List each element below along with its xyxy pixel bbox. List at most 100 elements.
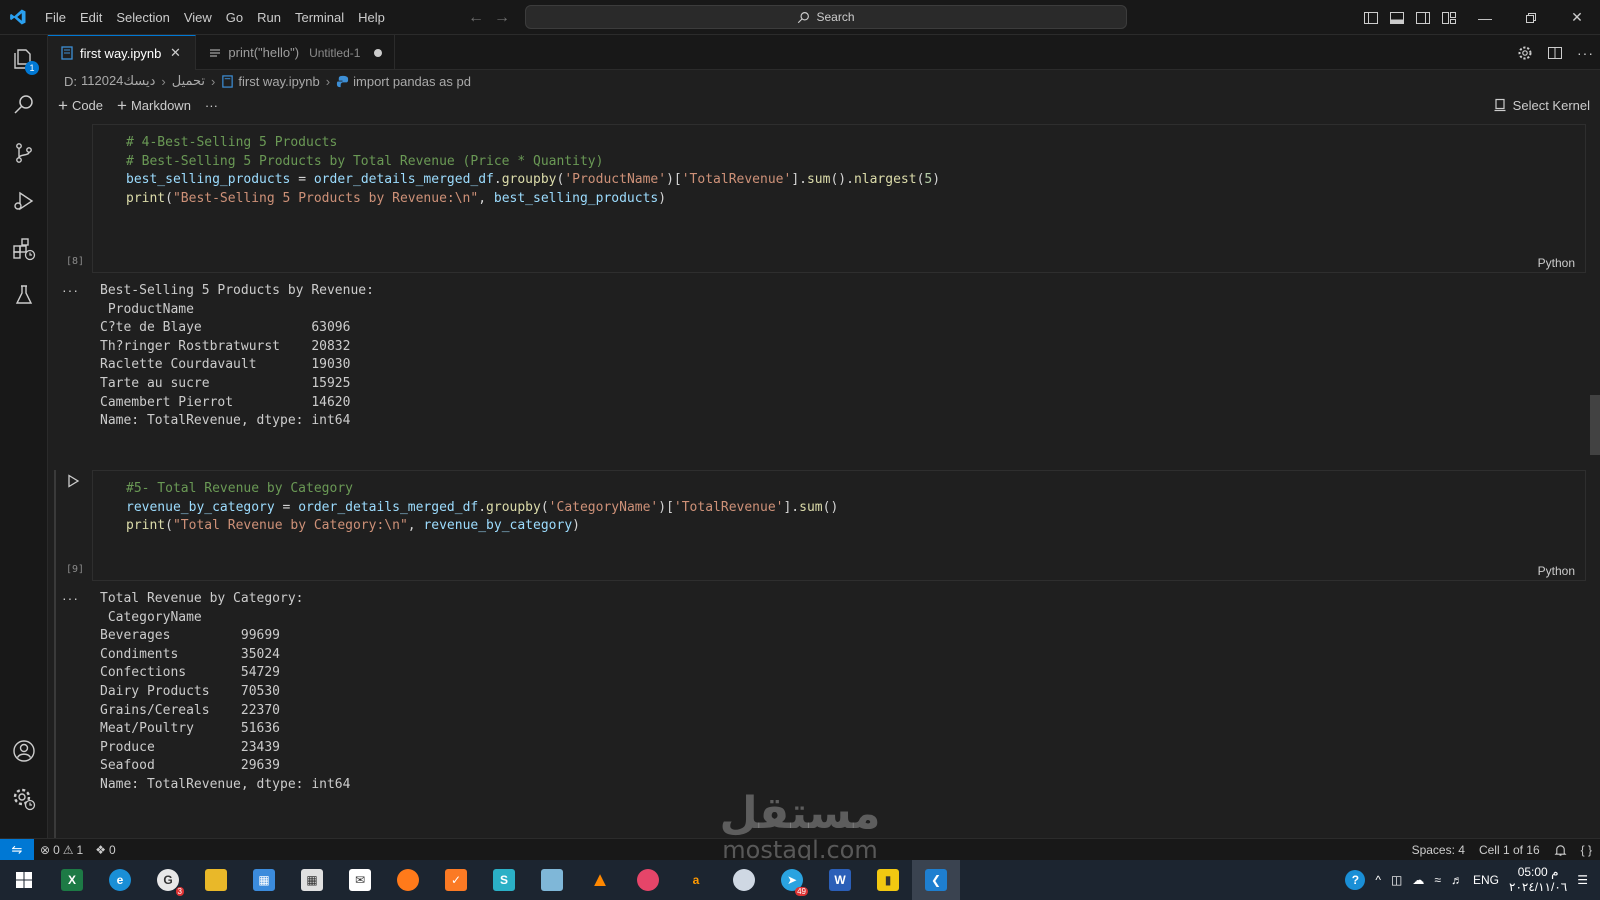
plus-icon: + [117,95,127,115]
add-code-cell-button[interactable]: + Code [58,97,103,114]
paint-app-icon[interactable] [624,860,672,900]
code-token: 'TotalRevenue' [681,172,792,188]
menu-view[interactable]: View [177,0,219,35]
back-arrow-icon[interactable]: ← [468,9,484,27]
code-token: )[ [658,499,674,515]
code-editor[interactable]: # 4-Best-Selling 5 Products # Best-Selli… [126,134,940,208]
code-token: . [493,172,502,188]
breadcrumb-drive[interactable]: D: [64,74,77,89]
notebook-file-icon [222,74,234,88]
accounts-icon[interactable] [0,727,48,775]
menu-selection[interactable]: Selection [109,0,176,35]
run-cell-button[interactable] [66,474,80,491]
customize-layout-icon[interactable] [1436,0,1462,35]
indentation-status[interactable]: Spaces: 4 [1412,843,1465,857]
command-center-search[interactable]: Search [525,5,1127,29]
code-cell-9[interactable]: #5- Total Revenue by Category revenue_by… [92,470,1586,581]
xampp-app-icon[interactable]: ✓ [432,860,480,900]
menu-file[interactable]: File [38,0,73,35]
menu-edit[interactable]: Edit [73,0,109,35]
file-explorer-app-icon[interactable] [192,860,240,900]
breadcrumb-folder-2[interactable]: تحميل [172,73,205,89]
windows-start-icon[interactable] [0,860,48,900]
testing-flask-icon[interactable] [0,271,48,319]
manage-gear-icon[interactable] [0,775,48,823]
close-window-button[interactable]: ✕ [1554,0,1600,35]
tab-first-way-ipynb[interactable]: first way.ipynb ✕ [48,35,197,70]
problems-indicator[interactable]: ⊗ 0 ⚠ 1 [34,843,89,857]
breadcrumb-file[interactable]: first way.ipynb [238,74,319,89]
add-markdown-cell-button[interactable]: + Markdown [117,97,191,114]
help-icon[interactable]: ? [1345,870,1366,890]
menu-go[interactable]: Go [219,0,250,35]
title-bar: File Edit Selection View Go Run Terminal… [0,0,1600,35]
output-more-icon[interactable]: ··· [62,282,79,298]
bell-icon[interactable] [1554,844,1567,857]
minimize-button[interactable]: — [1462,0,1508,35]
toggle-primary-sidebar-icon[interactable] [1358,0,1384,35]
breadcrumb-folder-1[interactable]: 112024ديسك [81,73,155,89]
restore-button[interactable] [1508,0,1554,35]
code-token: ( [540,499,549,515]
source-control-icon[interactable] [0,129,48,177]
edge-app-icon[interactable]: e [96,860,144,900]
vertical-scrollbar[interactable] [1590,395,1600,455]
code-token: = [274,499,299,515]
vlc-app-icon[interactable]: ▲ [576,860,624,900]
input-language[interactable]: ENG [1473,873,1499,887]
microsoft-store-app-icon[interactable]: ▦ [240,860,288,900]
chrome-app-icon[interactable]: G 3 [144,860,192,900]
notepad-app-icon[interactable] [528,860,576,900]
telegram-app-icon[interactable]: ➤ 49 [768,860,816,900]
remote-indicator-icon[interactable]: ⇋ [0,838,34,861]
power-bi-app-icon[interactable]: ▮ [864,860,912,900]
output-more-icon[interactable]: ··· [62,590,79,606]
ports-indicator[interactable]: ❖ 0 [89,843,121,857]
close-tab-icon[interactable]: ✕ [167,45,183,61]
mail-app-icon[interactable]: ✉ [336,860,384,900]
notifications-icon[interactable]: ☰ [1577,873,1588,887]
select-kernel-button[interactable]: Select Kernel [1493,92,1590,118]
code-token: 'ProductName' [564,172,667,188]
menu-terminal[interactable]: Terminal [288,0,351,35]
cell-language-label[interactable]: Python [1538,256,1575,270]
cloud-app-icon[interactable] [720,860,768,900]
wifi-icon[interactable]: ≈ [1434,873,1441,887]
code-editor[interactable]: #5- Total Revenue by Category revenue_by… [126,480,838,536]
code-token: () [822,499,839,515]
vscode-app-icon[interactable]: ❮ [912,860,960,900]
toggle-secondary-sidebar-icon[interactable] [1410,0,1436,35]
firefox-app-icon[interactable] [384,860,432,900]
menu-run[interactable]: Run [250,0,288,35]
calculator-app-icon[interactable]: ▦ [288,860,336,900]
code-cell-8[interactable]: # 4-Best-Selling 5 Products # Best-Selli… [92,124,1586,273]
tab-untitled-1[interactable]: print("hello") Untitled-1 [196,35,396,70]
word-app-icon[interactable]: W [816,860,864,900]
taskbar-clock[interactable]: 05:00 م ٢٠٢٤/١١/٠٦ [1509,865,1567,895]
settings-gear-icon[interactable] [1517,45,1533,61]
breadcrumb-symbol[interactable]: import pandas as pd [353,74,471,89]
cell-position-status[interactable]: Cell 1 of 16 [1479,843,1540,857]
extensions-icon[interactable] [0,225,48,273]
more-actions-icon[interactable]: ··· [1577,45,1594,61]
run-debug-icon[interactable] [0,177,48,225]
amazon-app-icon[interactable]: a [672,860,720,900]
activity-bar: 1 [0,35,48,838]
cell-language-label[interactable]: Python [1538,564,1575,578]
volume-icon[interactable]: ♬ [1451,873,1463,887]
toggle-panel-icon[interactable] [1384,0,1410,35]
menu-help[interactable]: Help [351,0,392,35]
excel-app-icon[interactable]: X [48,860,96,900]
explorer-icon[interactable]: 1 [0,35,48,83]
forward-arrow-icon[interactable]: → [494,9,510,27]
code-token: = [290,172,314,188]
split-editor-icon[interactable] [1547,45,1563,61]
toolbar-more-icon[interactable]: ··· [205,98,218,113]
chevron-up-icon[interactable]: ^ [1375,873,1381,887]
search-activity-icon[interactable] [0,81,48,129]
onedrive-cloud-icon[interactable]: ☁ [1412,873,1424,887]
sql-server-app-icon[interactable]: S [480,860,528,900]
meet-now-icon[interactable]: ◫ [1391,873,1402,887]
unsaved-dot-icon[interactable] [374,48,383,57]
braces-icon[interactable]: { } [1581,843,1592,857]
